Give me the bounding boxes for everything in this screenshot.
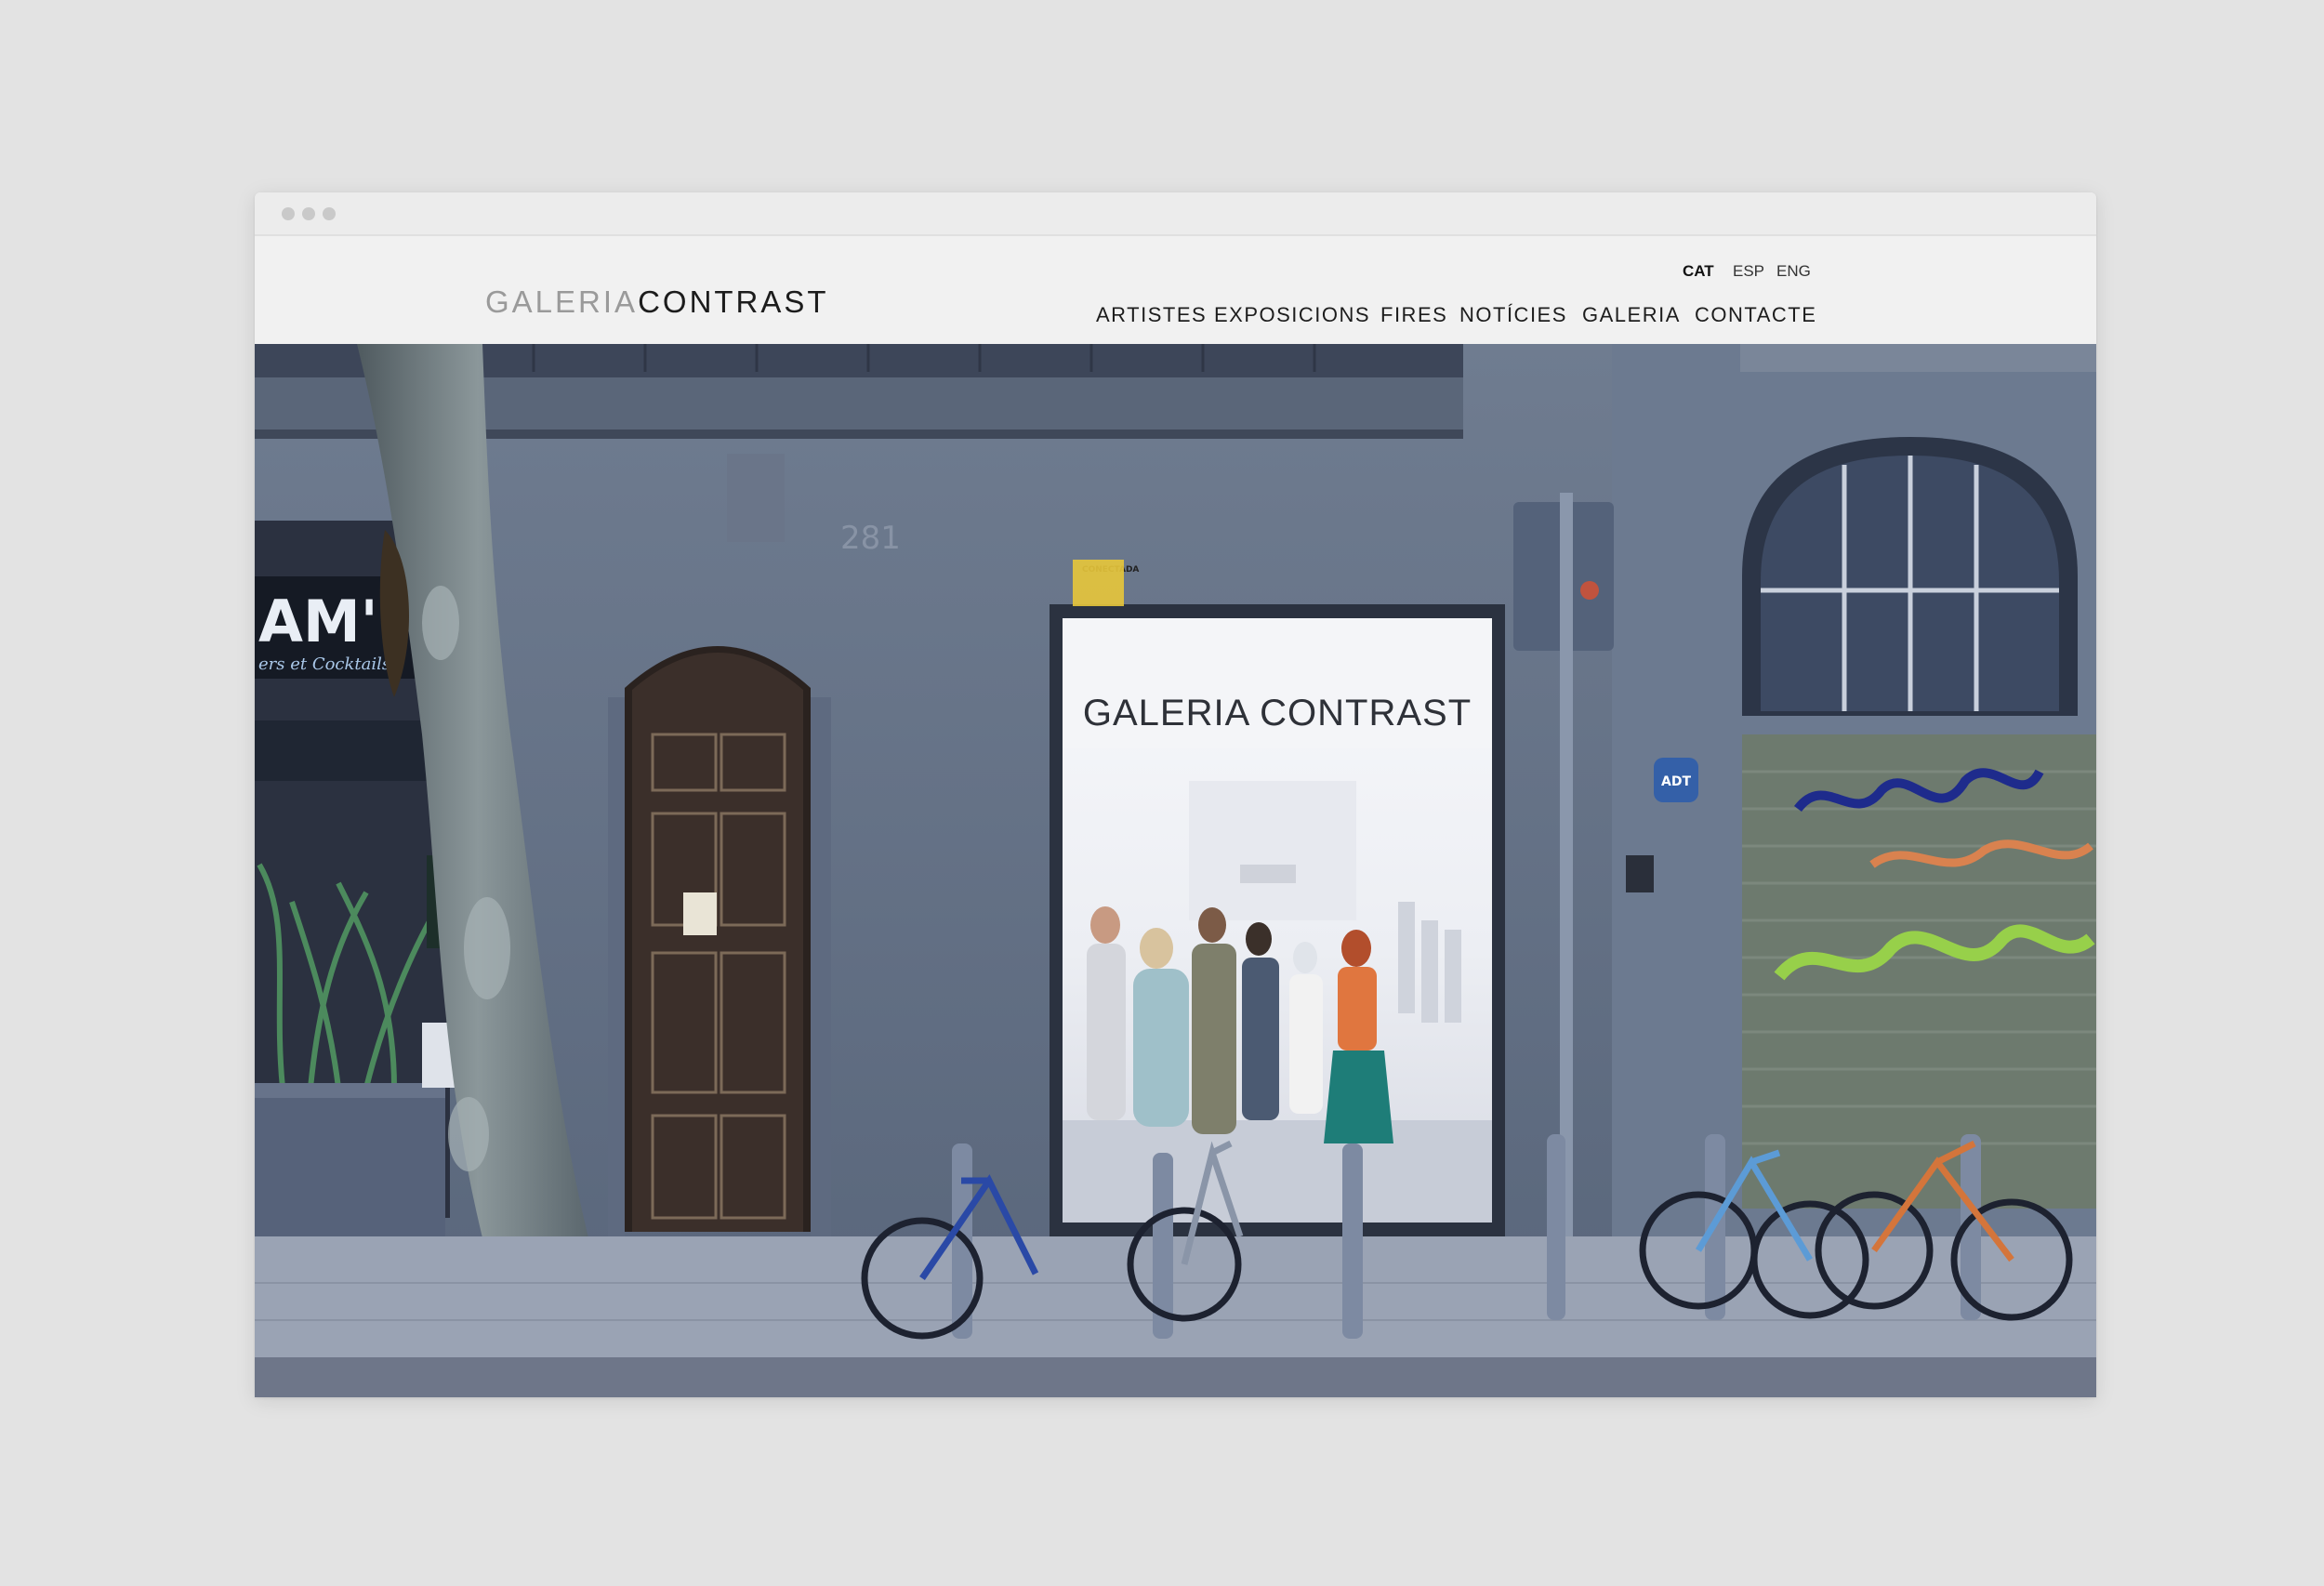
nav-fires[interactable]: FIRES [1380, 303, 1447, 327]
site-header: GALERIACONTRAST CAT ESP ENG ARTISTES EXP… [255, 236, 2096, 344]
street-number: 281 [840, 520, 901, 557]
nav-galeria[interactable]: GALERIA [1582, 303, 1681, 327]
site-logo[interactable]: GALERIACONTRAST [485, 284, 829, 320]
browser-chrome [255, 192, 2096, 236]
hero-image: AM'75 ers et Cocktails 281 GALERIA CONTR… [255, 344, 2096, 1397]
lang-cat[interactable]: CAT [1683, 262, 1714, 281]
nav-artistes[interactable]: ARTISTES [1096, 303, 1207, 327]
storefront-sign: GALERIA CONTRAST [1083, 693, 1472, 734]
lang-eng[interactable]: ENG [1776, 262, 1811, 281]
window-dot-icon [282, 207, 295, 220]
logo-light-text: GALERIA [485, 284, 639, 319]
alarm-label: ADT [1661, 774, 1691, 789]
bar-sign-sub: ers et Cocktails [258, 654, 390, 674]
logo-dark-text: CONTRAST [638, 284, 829, 319]
nav-exposicions[interactable]: EXPOSICIONS [1214, 303, 1370, 327]
lang-esp[interactable]: ESP [1733, 262, 1764, 281]
nav-contacte[interactable]: CONTACTE [1695, 303, 1816, 327]
nav-noticies[interactable]: NOTÍCIES [1459, 303, 1567, 327]
window-dot-icon [302, 207, 315, 220]
browser-window: GALERIACONTRAST CAT ESP ENG ARTISTES EXP… [255, 192, 2096, 1397]
window-dot-icon [323, 207, 336, 220]
